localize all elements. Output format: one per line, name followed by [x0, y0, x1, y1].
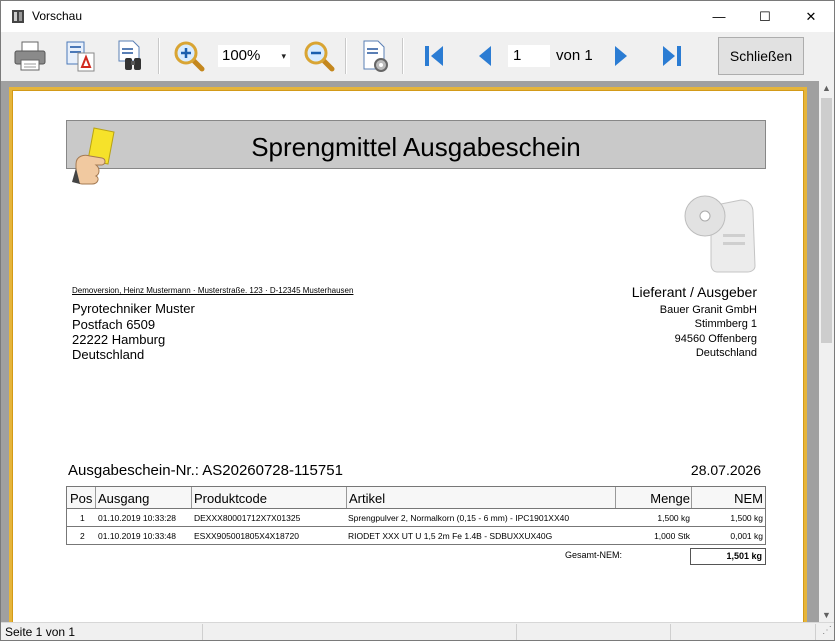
row-menge: 1,500 kg	[657, 513, 690, 523]
window-title: Vorschau	[32, 9, 83, 23]
row-ausgang: 01.10.2019 10:33:28	[98, 513, 176, 523]
print-button[interactable]	[12, 38, 48, 74]
supplier-heading: Lieferant / Ausgeber	[631, 284, 757, 300]
page-number-value: 1	[513, 47, 522, 64]
status-segment	[203, 624, 517, 640]
close-window-button[interactable]: ✕	[788, 1, 834, 32]
status-segment	[671, 624, 816, 640]
recipient-name: Pyrotechniker Muster	[72, 301, 195, 316]
toolbar: 100% ▾ 1 von 1 Schließen	[1, 32, 834, 81]
minimize-icon: —	[712, 9, 726, 24]
column-header: Menge	[650, 491, 690, 506]
supplier-name: Bauer Granit GmbH	[659, 304, 757, 316]
column-header: Pos	[70, 491, 93, 506]
scroll-thumb[interactable]	[821, 98, 832, 343]
scroll-up-icon[interactable]: ▲	[822, 83, 831, 93]
resize-grip-icon[interactable]: ⋰	[822, 625, 832, 636]
document-page: Sprengmittel Ausgabeschein Demoversion, …	[9, 87, 807, 622]
page-settings-icon	[363, 40, 388, 72]
vertical-scrollbar[interactable]: ▲ ▼	[819, 81, 834, 622]
document-date: 28.07.2026	[690, 462, 761, 478]
recipient-city: 22222 Hamburg	[72, 332, 166, 347]
table-row: 1 01.10.2019 10:33:28 DEXXX80001712X7X01…	[66, 509, 766, 527]
first-page-icon	[425, 46, 443, 66]
row-pos: 2	[80, 531, 85, 541]
zoom-value: 100%	[222, 47, 261, 64]
export-pdf-icon	[66, 41, 95, 72]
title-bar: Vorschau — ☐ ✕	[1, 1, 834, 32]
document-title: Sprengmittel Ausgabeschein	[251, 132, 581, 162]
page-setup-button[interactable]	[357, 38, 393, 74]
status-segment	[517, 624, 671, 640]
zoom-in-button[interactable]	[171, 38, 207, 74]
supplier-street: Stimmberg 1	[694, 318, 757, 330]
toolbar-separator	[158, 38, 160, 74]
row-produktcode: DEXXX80001712X7X01325	[194, 513, 301, 523]
row-nem: 0,001 kg	[730, 531, 763, 541]
document-number: Ausgabeschein-Nr.: AS20260728-115751	[68, 462, 343, 479]
close-icon: ✕	[805, 8, 817, 24]
hand-card-icon	[72, 127, 115, 185]
scroll-down-icon[interactable]: ▼	[822, 610, 831, 620]
page-count-label: von 1	[556, 47, 593, 64]
zoom-out-icon	[304, 41, 335, 72]
close-preview-button[interactable]: Schließen	[718, 37, 804, 75]
column-divider	[95, 487, 96, 508]
row-artikel: RIODET XXX UT U 1,5 2m Fe 1.4B - SDBUXXU…	[348, 531, 553, 541]
maximize-button[interactable]: ☐	[742, 1, 788, 32]
last-page-icon	[663, 46, 681, 66]
zoom-select[interactable]: 100% ▾	[218, 45, 290, 67]
column-header: Produktcode	[194, 491, 267, 506]
row-nem: 1,500 kg	[730, 513, 763, 523]
app-icon	[12, 10, 24, 23]
column-header: NEM	[734, 491, 763, 506]
recipient-country: Deutschland	[72, 347, 145, 362]
last-page-button[interactable]	[654, 38, 690, 74]
printer-icon	[14, 41, 46, 71]
zoom-in-icon	[174, 41, 205, 72]
column-divider	[615, 487, 616, 508]
row-menge: 1,000 Stk	[654, 531, 690, 541]
page-border: Sprengmittel Ausgabeschein Demoversion, …	[12, 90, 804, 622]
next-page-icon	[615, 46, 627, 66]
toolbar-separator	[345, 38, 347, 74]
toolbar-separator	[402, 38, 404, 74]
maximize-icon: ☐	[759, 8, 771, 24]
supplier-country: Deutschland	[695, 347, 757, 359]
zoom-out-button[interactable]	[301, 38, 337, 74]
column-divider	[691, 487, 692, 508]
previous-page-icon	[479, 46, 491, 66]
column-header: Artikel	[349, 491, 386, 506]
next-page-button[interactable]	[604, 38, 640, 74]
export-pdf-button[interactable]	[62, 38, 98, 74]
row-pos: 1	[80, 513, 85, 523]
sender-line: Demoversion, Heinz Mustermann · Musterst…	[72, 286, 354, 295]
document-viewport[interactable]: Sprengmittel Ausgabeschein Demoversion, …	[1, 81, 819, 622]
document-header-bar: Sprengmittel Ausgabeschein	[66, 120, 766, 169]
supplier-city: 94560 Offenberg	[674, 333, 757, 345]
status-bar: Seite 1 von 1 ⋰	[1, 622, 834, 640]
total-value: 1,501 kg	[690, 548, 766, 565]
previous-page-button[interactable]	[466, 38, 502, 74]
column-header: Ausgang	[98, 491, 150, 506]
table-header: Pos Ausgang Produktcode Artikel Menge NE…	[66, 486, 766, 509]
find-button[interactable]	[112, 38, 148, 74]
table-row: 2 01.10.2019 10:33:48 ESXX905001805X4X18…	[66, 527, 766, 545]
dropdown-arrow-icon: ▾	[281, 51, 286, 61]
status-segment	[1, 624, 203, 640]
row-ausgang: 01.10.2019 10:33:48	[98, 531, 176, 541]
binoculars-icon	[118, 40, 141, 70]
server-device-icon	[684, 195, 756, 273]
row-artikel: Sprengpulver 2, Normalkorn (0,15 - 6 mm)…	[348, 513, 570, 523]
page-number-input[interactable]: 1	[508, 45, 550, 67]
column-divider	[191, 487, 192, 508]
first-page-button[interactable]	[416, 38, 452, 74]
minimize-button[interactable]: —	[696, 1, 742, 32]
preview-window: Vorschau — ☐ ✕ 100% ▾ 1 von 1 Schließen …	[0, 0, 835, 641]
column-divider	[346, 487, 347, 508]
total-label: Gesamt-NEM:	[565, 550, 623, 560]
recipient-pobox: Postfach 6509	[72, 317, 156, 332]
row-produktcode: ESXX905001805X4X18720	[194, 531, 299, 541]
